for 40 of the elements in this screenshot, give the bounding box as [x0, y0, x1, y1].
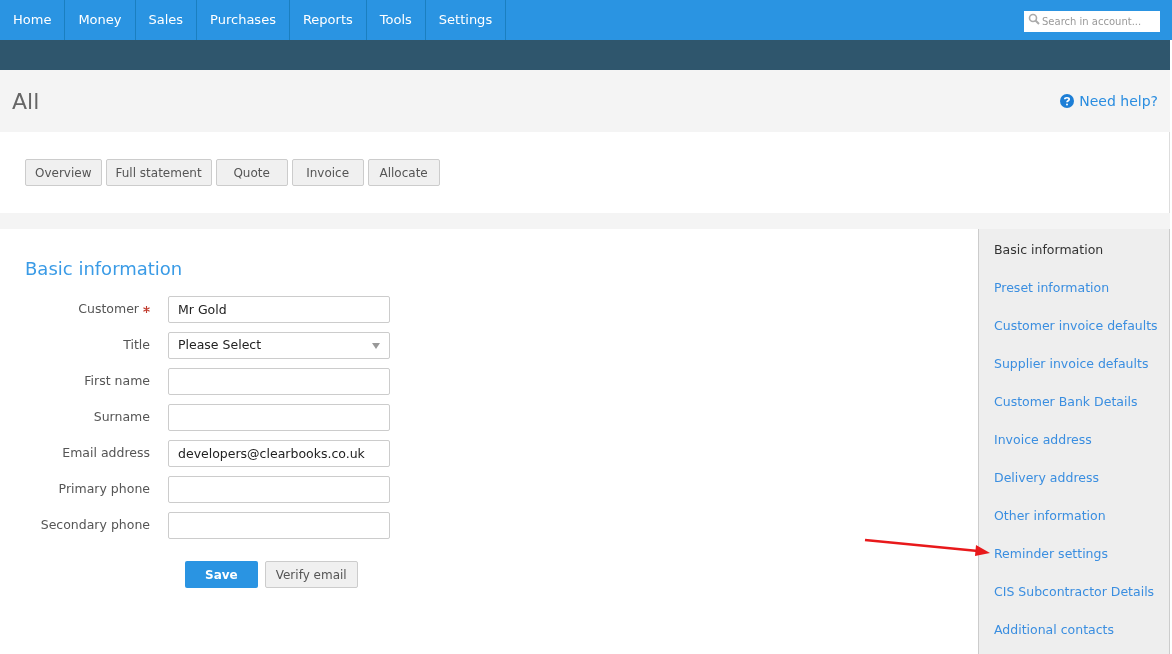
- action-button[interactable]: Quote: [215, 159, 288, 186]
- asterisk-icon: [143, 306, 150, 313]
- field-label: Customer: [78, 300, 139, 319]
- page-title: All: [12, 87, 40, 116]
- sidebar-link[interactable]: Invoice address: [994, 431, 1169, 469]
- title-dropdown[interactable]: Please Select: [168, 332, 390, 359]
- help-icon: [1060, 94, 1075, 108]
- sidebar-link[interactable]: Customer Bank Details: [994, 393, 1169, 431]
- help-link[interactable]: Need help?: [1060, 90, 1158, 112]
- input-field[interactable]: [168, 368, 390, 395]
- sidebar-link[interactable]: Preset information: [994, 279, 1169, 317]
- save-button[interactable]: Save: [185, 561, 258, 588]
- input-field[interactable]: developers@clearbooks.co.uk: [168, 440, 390, 467]
- verify-email-button[interactable]: Verify email: [264, 561, 358, 588]
- caret-icon: [372, 342, 380, 349]
- section-heading: Basic information: [25, 257, 184, 281]
- sidebar-link[interactable]: Reminder settings: [994, 545, 1169, 583]
- field-label: Primary phone: [58, 480, 150, 499]
- sidebar-link[interactable]: Customer invoice defaults: [994, 317, 1169, 355]
- field-label: Email address: [62, 444, 150, 463]
- field-label: First name: [84, 372, 150, 391]
- action-button[interactable]: Overview: [25, 159, 102, 186]
- action-button[interactable]: Allocate: [367, 159, 440, 186]
- field-label: Title: [123, 336, 150, 355]
- search-field[interactable]: Search in account...: [1024, 11, 1160, 32]
- input-field[interactable]: Mr Gold: [168, 296, 390, 323]
- input-field[interactable]: [168, 476, 390, 503]
- sidebar-link[interactable]: Basic information: [994, 241, 1169, 279]
- search-icon: [1028, 13, 1040, 25]
- input-field[interactable]: [168, 404, 390, 431]
- sidebar-link[interactable]: Additional contacts: [994, 621, 1169, 654]
- sidebar-link[interactable]: CIS Subcontractor Details: [994, 583, 1169, 621]
- sidebar-link[interactable]: Delivery address: [994, 469, 1169, 507]
- field-label: Surname: [93, 408, 150, 427]
- input-field[interactable]: [168, 512, 390, 539]
- sidebar-link[interactable]: Other information: [994, 507, 1169, 545]
- field-label: Secondary phone: [40, 516, 150, 535]
- sidebar-link[interactable]: Supplier invoice defaults: [994, 355, 1169, 393]
- action-button[interactable]: Full statement: [105, 159, 212, 186]
- action-button[interactable]: Invoice: [291, 159, 364, 186]
